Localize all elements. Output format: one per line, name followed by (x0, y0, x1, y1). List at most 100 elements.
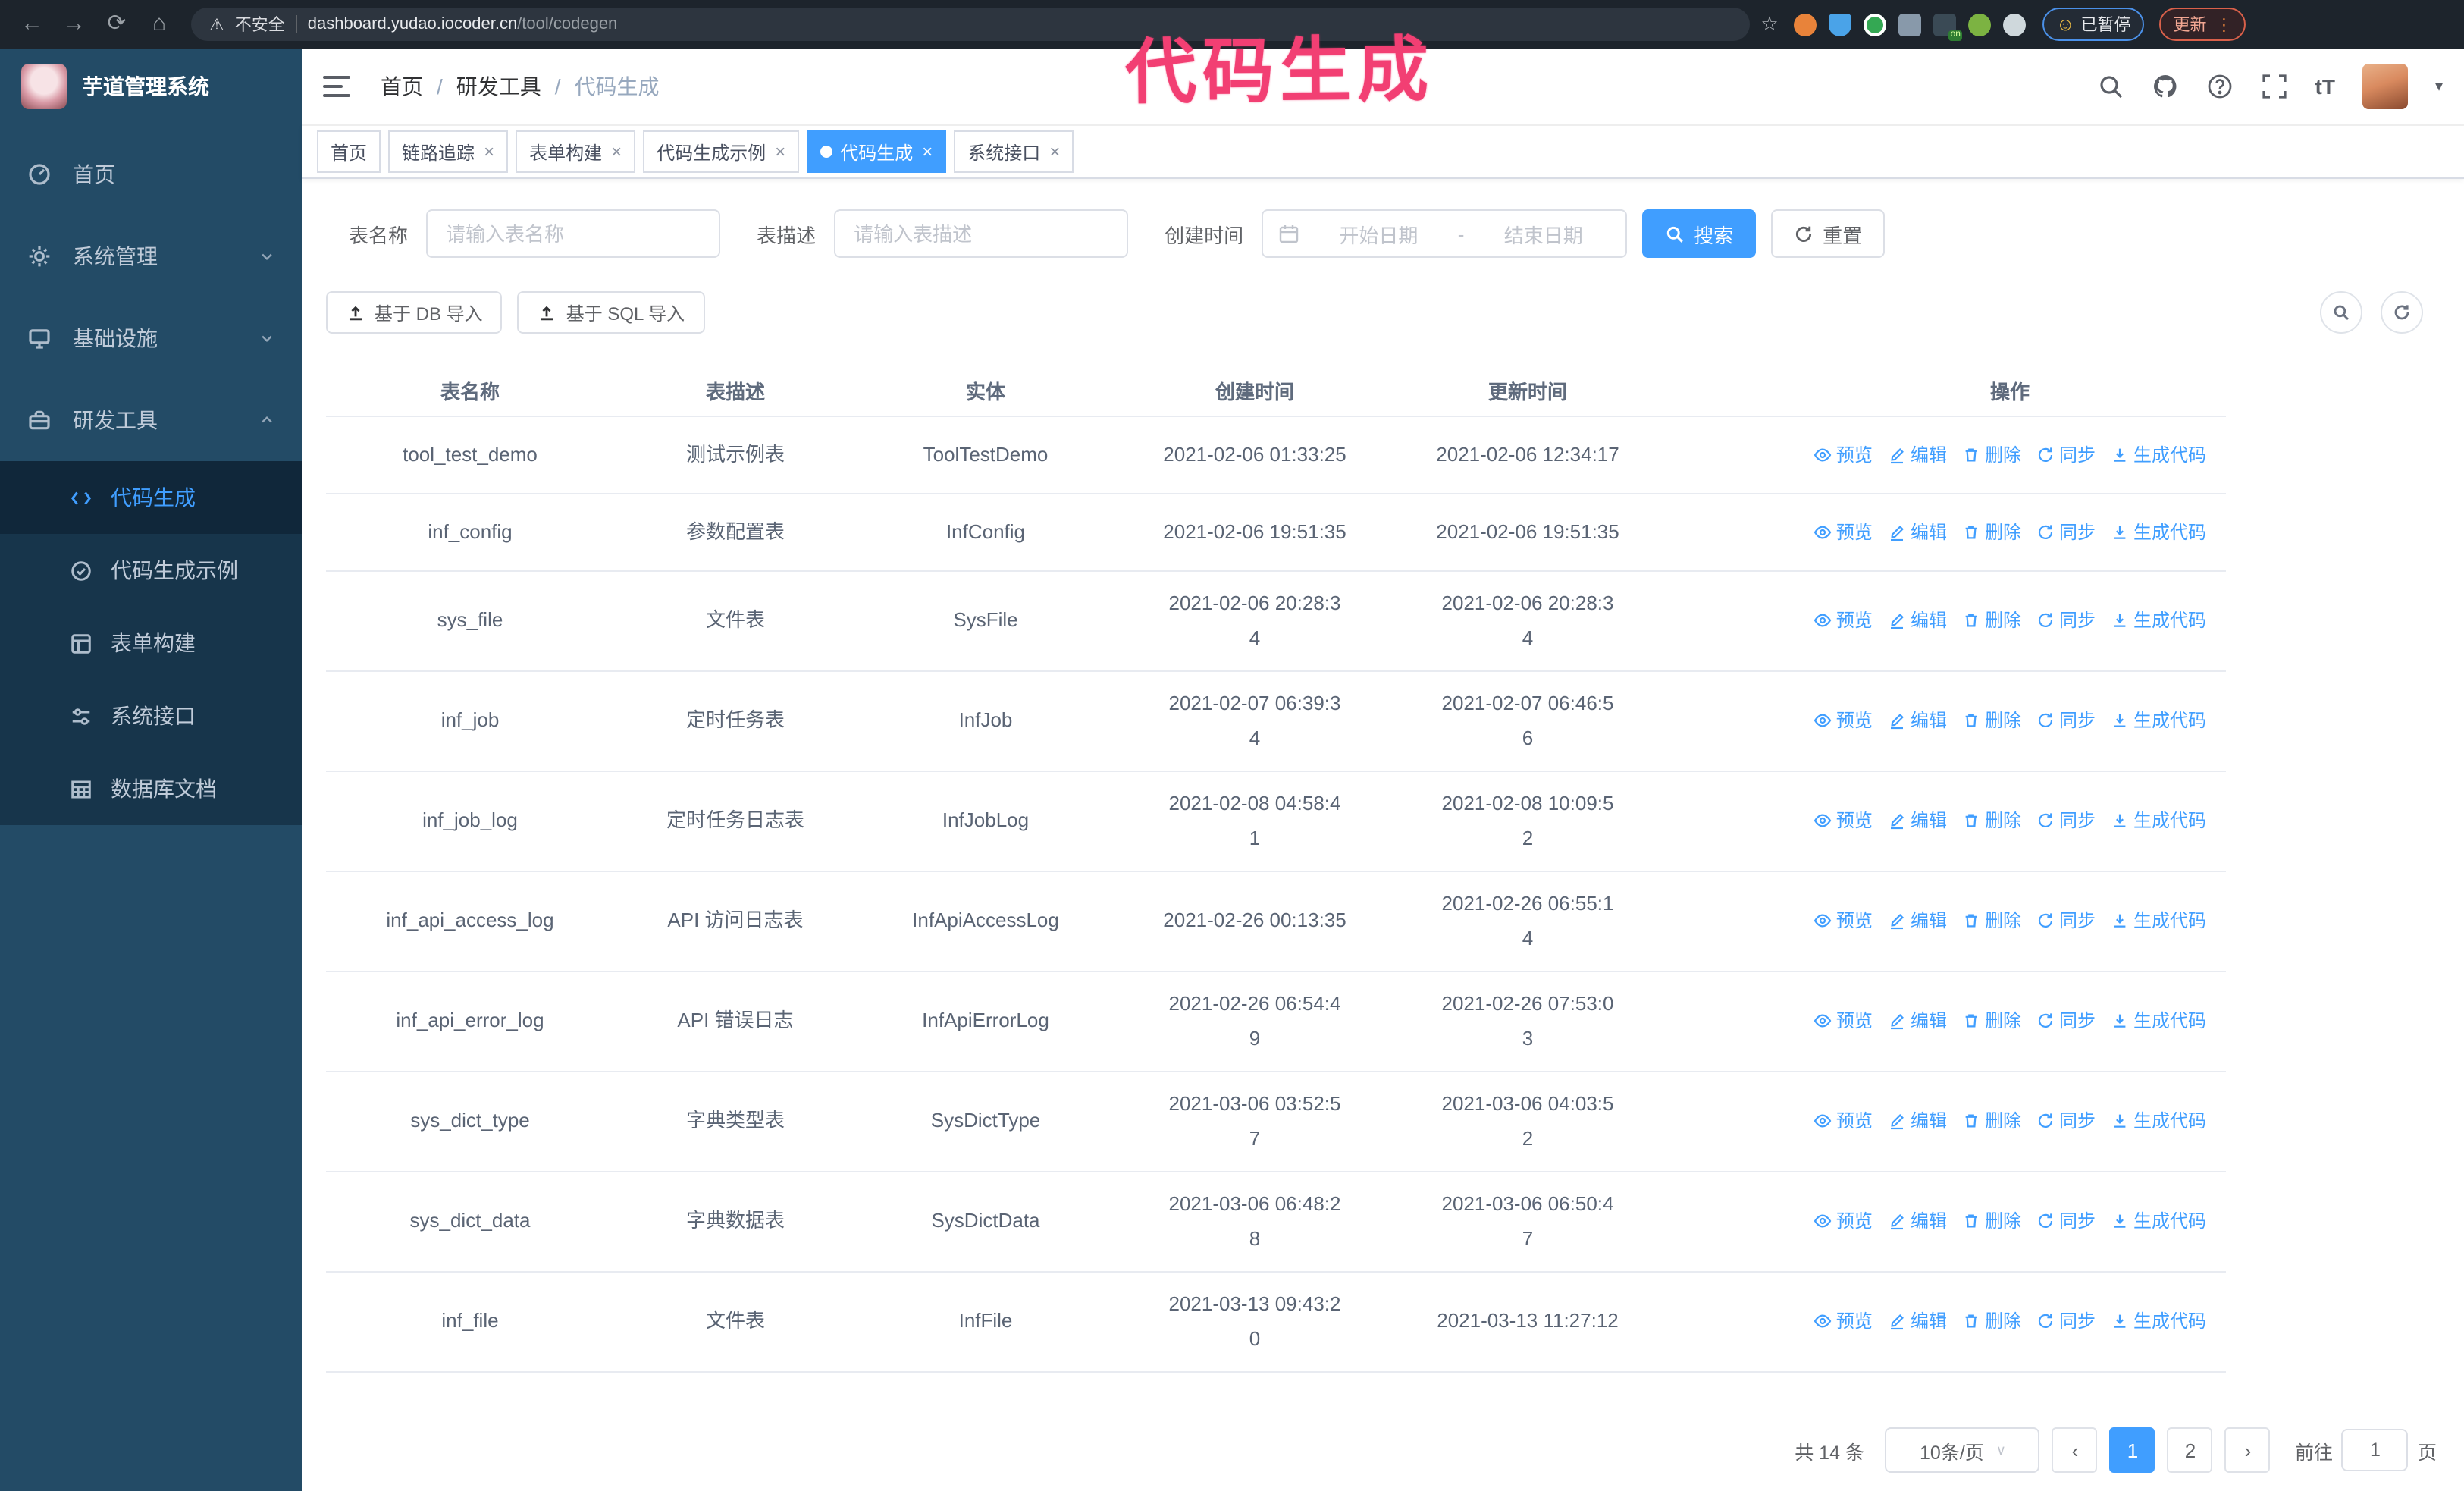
sidebar-item-codegen-example[interactable]: 代码生成示例 (0, 534, 302, 607)
generate-code-link[interactable]: 生成代码 (2111, 1006, 2206, 1037)
generate-code-link[interactable]: 生成代码 (2111, 806, 2206, 837)
generate-code-link[interactable]: 生成代码 (2111, 906, 2206, 937)
sidebar-item-db-docs[interactable]: 数据库文档 (0, 752, 302, 825)
address-bar[interactable]: ⚠ 不安全 dashboard.yudao.iocoder.cn/tool/co… (191, 8, 1750, 41)
extensions-puzzle-icon[interactable] (2003, 13, 2026, 36)
edit-link[interactable]: 编辑 (1888, 906, 1947, 937)
close-icon[interactable]: × (611, 141, 622, 162)
tab-form-builder[interactable]: 表单构建 × (516, 130, 636, 173)
import-db-button[interactable]: 基于 DB 导入 (326, 291, 503, 334)
edit-link[interactable]: 编辑 (1888, 440, 1947, 471)
browser-reload-icon[interactable]: ⟳ (97, 0, 136, 49)
fullscreen-icon[interactable] (2261, 73, 2288, 100)
user-menu-caret-icon[interactable]: ▾ (2435, 78, 2443, 95)
search-icon[interactable] (2097, 73, 2124, 100)
delete-link[interactable]: 删除 (1962, 706, 2021, 737)
generate-code-link[interactable]: 生成代码 (2111, 1207, 2206, 1238)
next-page-button[interactable]: › (2224, 1427, 2271, 1473)
generate-code-link[interactable]: 生成代码 (2111, 517, 2206, 548)
sync-link[interactable]: 同步 (2036, 1106, 2096, 1138)
preview-link[interactable]: 预览 (1814, 1106, 1873, 1138)
preview-link[interactable]: 预览 (1814, 440, 1873, 471)
edit-link[interactable]: 编辑 (1888, 606, 1947, 637)
reset-button[interactable]: 重置 (1771, 209, 1886, 258)
generate-code-link[interactable]: 生成代码 (2111, 440, 2206, 471)
sync-link[interactable]: 同步 (2036, 517, 2096, 548)
page-button-2[interactable]: 2 (2167, 1427, 2213, 1473)
import-sql-button[interactable]: 基于 SQL 导入 (517, 291, 705, 334)
generate-code-link[interactable]: 生成代码 (2111, 706, 2206, 737)
search-button[interactable]: 搜索 (1642, 209, 1757, 258)
preview-link[interactable]: 预览 (1814, 706, 1873, 737)
extension-icon[interactable] (1898, 13, 1921, 36)
sync-link[interactable]: 同步 (2036, 706, 2096, 737)
preview-link[interactable]: 预览 (1814, 1207, 1873, 1238)
sidebar-toggle-icon[interactable] (323, 76, 350, 97)
edit-link[interactable]: 编辑 (1888, 1106, 1947, 1138)
edit-link[interactable]: 编辑 (1888, 806, 1947, 837)
sidebar-item-system-api[interactable]: 系统接口 (0, 680, 302, 752)
sync-link[interactable]: 同步 (2036, 806, 2096, 837)
generate-code-link[interactable]: 生成代码 (2111, 606, 2206, 637)
generate-code-link[interactable]: 生成代码 (2111, 1106, 2206, 1138)
bookmark-star-icon[interactable]: ☆ (1753, 12, 1786, 36)
tab-system-api[interactable]: 系统接口 × (954, 130, 1074, 173)
preview-link[interactable]: 预览 (1814, 517, 1873, 548)
close-icon[interactable]: × (484, 141, 494, 162)
sidebar-item-infrastructure[interactable]: 基础设施 (0, 297, 302, 379)
sync-link[interactable]: 同步 (2036, 1307, 2096, 1338)
preview-link[interactable]: 预览 (1814, 606, 1873, 637)
refresh-table-button[interactable] (2381, 291, 2423, 334)
edit-link[interactable]: 编辑 (1888, 1006, 1947, 1037)
user-avatar[interactable] (2362, 64, 2408, 109)
extension-icon[interactable] (1829, 13, 1851, 36)
browser-back-icon[interactable]: ← (12, 0, 52, 49)
sidebar-item-form-builder[interactable]: 表单构建 (0, 607, 302, 680)
close-icon[interactable]: × (775, 141, 785, 162)
delete-link[interactable]: 删除 (1962, 1006, 2021, 1037)
delete-link[interactable]: 删除 (1962, 517, 2021, 548)
sync-link[interactable]: 同步 (2036, 440, 2096, 471)
extension-icon[interactable]: on (1933, 13, 1962, 40)
extension-icon[interactable] (1794, 13, 1817, 36)
delete-link[interactable]: 删除 (1962, 806, 2021, 837)
edit-link[interactable]: 编辑 (1888, 706, 1947, 737)
profile-paused-badge[interactable]: ☺ 已暂停 (2042, 8, 2145, 41)
tab-tracing[interactable]: 链路追踪 × (388, 130, 509, 173)
delete-link[interactable]: 删除 (1962, 906, 2021, 937)
date-range-picker[interactable]: 开始日期 - 结束日期 (1262, 209, 1628, 258)
browser-forward-icon[interactable]: → (55, 0, 94, 49)
font-size-icon[interactable]: tT (2315, 74, 2335, 99)
browser-update-button[interactable]: 更新 ⋮ (2159, 8, 2246, 41)
edit-link[interactable]: 编辑 (1888, 517, 1947, 548)
extension-icon[interactable] (1968, 13, 1991, 36)
sync-link[interactable]: 同步 (2036, 606, 2096, 637)
toggle-search-button[interactable] (2320, 291, 2362, 334)
table-name-input[interactable] (426, 209, 721, 258)
delete-link[interactable]: 删除 (1962, 440, 2021, 471)
prev-page-button[interactable]: ‹ (2052, 1427, 2098, 1473)
page-button-1[interactable]: 1 (2109, 1427, 2155, 1473)
breadcrumb-dev-tools[interactable]: 研发工具 (456, 71, 541, 102)
browser-menu-icon[interactable]: ⋮ (2216, 14, 2233, 34)
preview-link[interactable]: 预览 (1814, 1006, 1873, 1037)
preview-link[interactable]: 预览 (1814, 1307, 1873, 1338)
close-icon[interactable]: × (1049, 141, 1060, 162)
breadcrumb-home[interactable]: 首页 (381, 71, 423, 102)
sync-link[interactable]: 同步 (2036, 906, 2096, 937)
delete-link[interactable]: 删除 (1962, 1307, 2021, 1338)
help-icon[interactable] (2206, 73, 2234, 100)
sidebar-item-dev-tools[interactable]: 研发工具 (0, 379, 302, 461)
sidebar-item-home[interactable]: 首页 (0, 133, 302, 215)
github-icon[interactable] (2152, 73, 2179, 100)
close-icon[interactable]: × (922, 141, 933, 162)
sidebar-item-codegen[interactable]: 代码生成 (0, 461, 302, 534)
sidebar-item-system[interactable]: 系统管理 (0, 215, 302, 297)
preview-link[interactable]: 预览 (1814, 906, 1873, 937)
delete-link[interactable]: 删除 (1962, 1207, 2021, 1238)
sync-link[interactable]: 同步 (2036, 1006, 2096, 1037)
delete-link[interactable]: 删除 (1962, 1106, 2021, 1138)
tab-codegen[interactable]: 代码生成 × (807, 130, 947, 173)
sync-link[interactable]: 同步 (2036, 1207, 2096, 1238)
edit-link[interactable]: 编辑 (1888, 1307, 1947, 1338)
